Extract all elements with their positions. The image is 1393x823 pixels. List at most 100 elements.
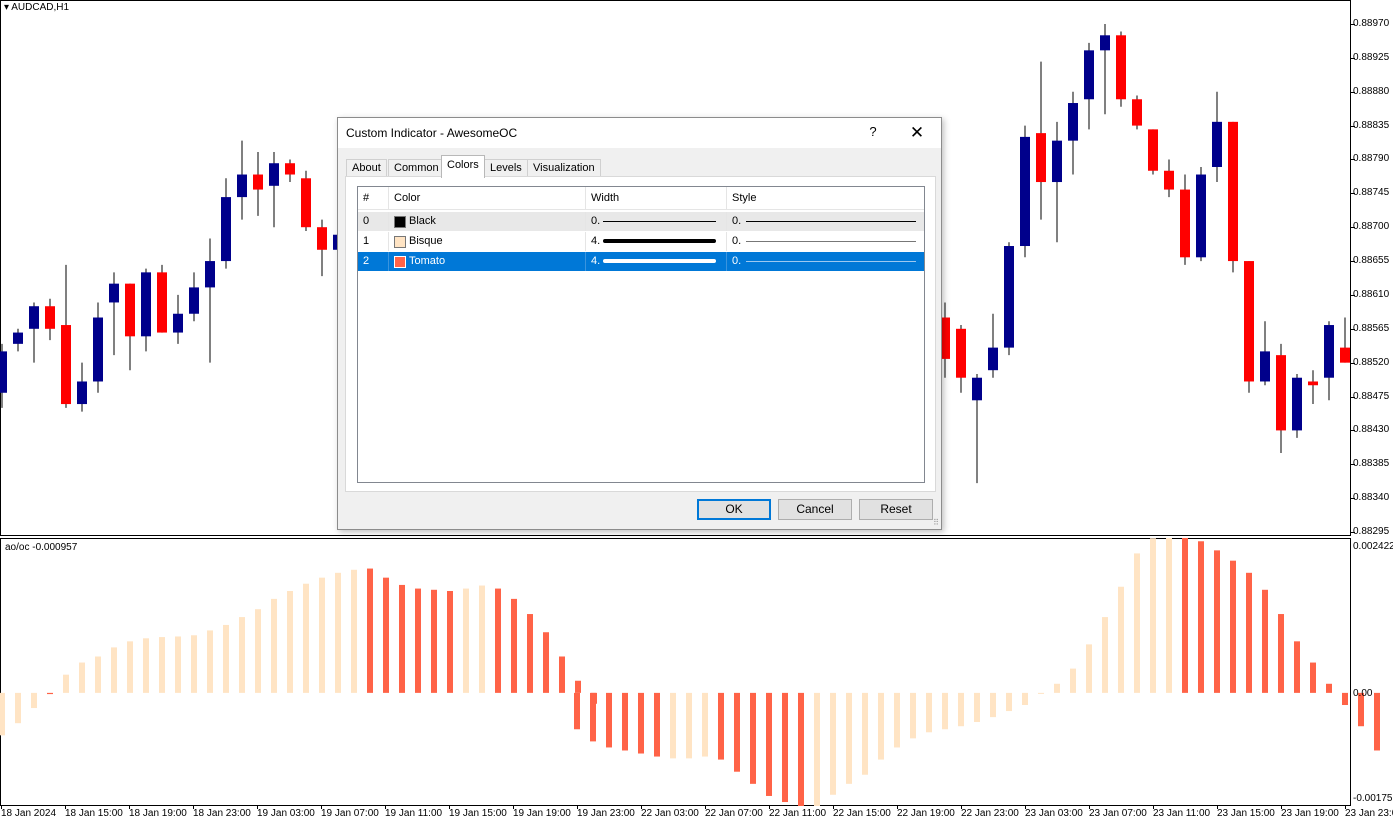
style-line-preview	[746, 261, 916, 262]
histogram-bar	[814, 692, 820, 806]
bull-candle	[972, 377, 982, 401]
histogram-bar	[1246, 572, 1252, 693]
style-line-preview	[746, 241, 916, 242]
column-header-style[interactable]: Style	[727, 187, 924, 210]
histogram-bar	[31, 692, 37, 709]
time-axis-label: 22 Jan 11:00	[769, 808, 827, 819]
row-width-cell[interactable]: 0.	[586, 212, 727, 231]
time-axis-label: 23 Jan 19:00	[1281, 808, 1339, 819]
row-color-cell[interactable]: Tomato	[389, 252, 586, 271]
histogram-bar	[495, 588, 501, 693]
price-axis-label: 0.88610	[1353, 288, 1390, 300]
time-axis-tick	[257, 805, 258, 809]
column-header-index[interactable]: #	[358, 187, 389, 210]
bull-candle	[1084, 50, 1094, 100]
price-axis-tick	[1351, 261, 1355, 263]
close-button[interactable]: ✕	[901, 122, 933, 144]
time-axis-label: 18 Jan 2024	[1, 808, 57, 819]
row-width-cell[interactable]: 4.	[586, 252, 727, 271]
histogram-bar	[1230, 560, 1236, 693]
time-axis-tick	[641, 805, 642, 809]
histogram-bar	[702, 692, 708, 757]
price-axis-label: 0.88745	[1353, 187, 1390, 199]
histogram-bar	[47, 692, 53, 695]
color-row-1[interactable]: 1 Bisque 4. 0.	[358, 232, 924, 251]
histogram-bar	[0, 692, 5, 736]
row-style-cell[interactable]: 0.	[727, 212, 924, 231]
histogram-bar	[463, 588, 469, 693]
histogram-bar	[782, 692, 788, 803]
histogram-bar	[559, 656, 565, 693]
bull-candle	[109, 283, 119, 303]
column-header-color[interactable]: Color	[389, 187, 586, 210]
time-axis-tick	[129, 805, 130, 809]
row-color-cell[interactable]: Black	[389, 212, 586, 231]
row-index: 0	[358, 212, 389, 231]
histogram-bar	[686, 692, 692, 759]
width-line-preview	[603, 259, 716, 263]
histogram-bar	[79, 662, 85, 693]
tab-visualization[interactable]: Visualization	[527, 159, 601, 177]
cancel-button[interactable]: Cancel	[778, 499, 852, 520]
histogram-bar	[910, 692, 916, 739]
row-color-cell[interactable]: Bisque	[389, 232, 586, 251]
histogram-bar	[239, 617, 245, 693]
price-axis-tick	[1351, 362, 1355, 364]
histogram-bar	[1198, 541, 1204, 693]
custom-indicator-dialog: Custom Indicator - AwesomeOC ? ✕ About C…	[337, 117, 942, 530]
bull-candle	[1020, 136, 1030, 247]
price-axis-tick	[1351, 193, 1355, 195]
bear-candle	[1036, 133, 1046, 183]
bull-candle	[1324, 325, 1334, 378]
tab-levels[interactable]: Levels	[484, 159, 528, 177]
histogram-bar	[543, 632, 549, 693]
histogram-bar	[718, 692, 724, 760]
histogram-bar	[1022, 692, 1028, 706]
histogram-bar	[127, 641, 133, 693]
bull-candle	[1052, 140, 1062, 183]
histogram-bar	[1374, 692, 1380, 751]
time-axis-tick	[705, 805, 706, 809]
row-width-cell[interactable]: 4.	[586, 232, 727, 251]
colors-tab-panel: # Color Width Style 0 Black 0. 0. 1 Bisq…	[345, 176, 936, 492]
tab-colors[interactable]: Colors	[441, 155, 485, 178]
histogram-bar	[351, 569, 357, 693]
dialog-titlebar[interactable]: Custom Indicator - AwesomeOC ? ✕	[338, 118, 941, 148]
tab-common[interactable]: Common	[388, 159, 445, 177]
histogram-bar	[894, 692, 900, 748]
color-name: Black	[409, 215, 436, 227]
style-line-preview	[746, 221, 916, 222]
row-style-cell[interactable]: 0.	[727, 252, 924, 271]
resize-grip-icon[interactable]: ⠿	[933, 518, 939, 527]
bull-candle	[1260, 351, 1270, 382]
width-value: 4.	[591, 235, 601, 247]
indicator-axis-bottom: -0.00175	[1353, 793, 1393, 804]
ok-button[interactable]: OK	[697, 499, 771, 520]
histogram-bar	[1214, 550, 1220, 693]
histogram-bar	[734, 692, 740, 772]
histogram-bar	[399, 584, 405, 693]
price-axis-label: 0.88880	[1353, 85, 1390, 97]
time-axis-tick	[65, 805, 66, 809]
reset-button[interactable]: Reset	[859, 499, 933, 520]
help-button[interactable]: ?	[858, 124, 888, 144]
color-name: Tomato	[409, 255, 446, 267]
price-axis-tick	[1351, 396, 1355, 398]
price-axis-tick	[1351, 159, 1355, 161]
histogram-bar	[1262, 589, 1268, 693]
histogram-bar	[638, 692, 644, 754]
bull-candle	[1100, 35, 1110, 51]
colors-list[interactable]: # Color Width Style 0 Black 0. 0. 1 Bisq…	[357, 186, 925, 483]
time-axis-tick	[1345, 805, 1346, 809]
histogram-bar	[1278, 614, 1284, 693]
color-row-0[interactable]: 0 Black 0. 0.	[358, 212, 924, 231]
color-swatch	[394, 216, 406, 228]
color-row-2[interactable]: 2 Tomato 4. 0.	[358, 252, 924, 271]
histogram-bar	[590, 692, 596, 742]
time-axis-label: 19 Jan 19:00	[513, 808, 571, 819]
tab-about[interactable]: About	[346, 159, 387, 177]
indicator-chart[interactable]	[0, 538, 1393, 806]
row-style-cell[interactable]: 0.	[727, 232, 924, 251]
column-header-width[interactable]: Width	[586, 187, 727, 210]
row-index: 1	[358, 232, 389, 251]
